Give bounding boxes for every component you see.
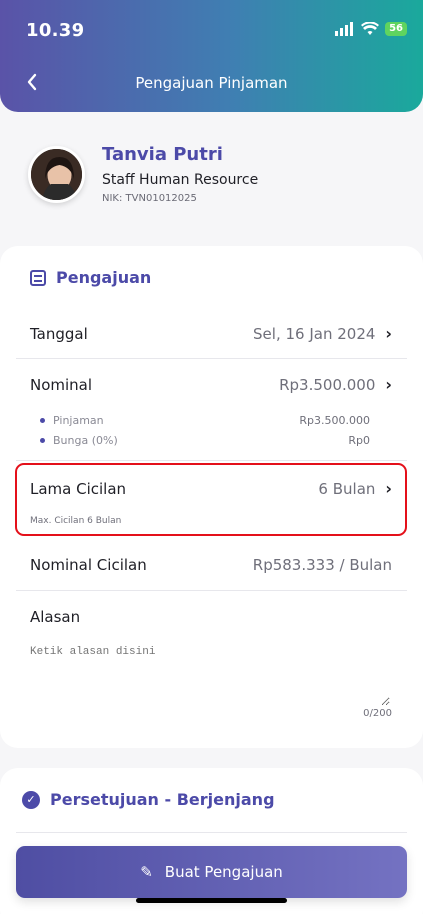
nominal-value: Rp3.500.000 [279,375,376,394]
lama-cicilan-value: 6 Bulan [318,479,376,498]
profile-name: Tanvia Putri [102,144,223,165]
divider [16,460,407,461]
pencil-icon: ✎ [140,863,153,881]
alasan-input[interactable] [30,646,390,706]
list-icon [30,269,46,286]
chevron-right-icon: › [385,324,392,343]
check-circle-icon: ✓ [22,790,40,809]
status-time: 10.39 [26,20,85,41]
profile-role: Staff Human Resource [102,172,259,188]
tanggal-label: Tanggal [30,324,88,343]
home-indicator [136,898,287,903]
bullet-icon [40,438,45,443]
status-icons: 56 [335,22,407,36]
divider [16,832,407,833]
approval-header: ✓ Persetujuan - Berjenjang [22,790,275,809]
bullet-icon [40,418,45,423]
pengajuan-card: Pengajuan Tanggal Sel, 16 Jan 2024 › Nom… [0,246,423,748]
nominal-cicilan-row: Nominal Cicilan Rp583.333 / Bulan [30,556,392,574]
pinjaman-row: Pinjaman Rp3.500.000 [40,414,370,427]
lama-cicilan-row[interactable]: Lama Cicilan 6 Bulan › [30,479,392,498]
divider [16,590,407,591]
signal-icon [335,22,354,36]
max-cicilan-note: Max. Cicilan 6 Bulan [30,516,122,526]
pengajuan-title: Pengajuan [56,268,152,287]
submit-button[interactable]: ✎ Buat Pengajuan [16,846,407,898]
nominal-cicilan-value: Rp583.333 / Bulan [252,556,392,574]
alasan-char-count: 0/200 [363,708,392,719]
divider [16,358,407,359]
chevron-right-icon: › [385,375,392,394]
avatar [28,146,85,203]
pinjaman-label: Pinjaman [53,414,104,427]
lama-cicilan-label: Lama Cicilan [30,479,127,498]
nominal-label: Nominal [30,375,93,394]
pinjaman-value: Rp3.500.000 [299,414,370,427]
bunga-value: Rp0 [348,434,370,447]
page-title: Pengajuan Pinjaman [135,74,288,92]
submit-label: Buat Pengajuan [164,863,283,881]
pengajuan-header: Pengajuan [30,268,151,287]
tanggal-row[interactable]: Tanggal Sel, 16 Jan 2024 › [30,324,392,343]
alasan-label: Alasan [30,608,81,626]
nominal-row[interactable]: Nominal Rp3.500.000 › [30,375,392,394]
wifi-icon [361,22,380,35]
bunga-row: Bunga (0%) Rp0 [40,434,370,447]
bunga-label: Bunga (0%) [53,434,118,447]
profile-nik: NIK: TVN01012025 [102,193,197,204]
battery-icon: 56 [385,22,407,36]
approval-title: Persetujuan - Berjenjang [50,790,275,809]
tanggal-value: Sel, 16 Jan 2024 [253,324,376,343]
nominal-cicilan-label: Nominal Cicilan [30,556,147,574]
app-header: 10.39 56 Pengajuan Pinjaman [0,0,423,112]
chevron-right-icon: › [385,479,392,498]
